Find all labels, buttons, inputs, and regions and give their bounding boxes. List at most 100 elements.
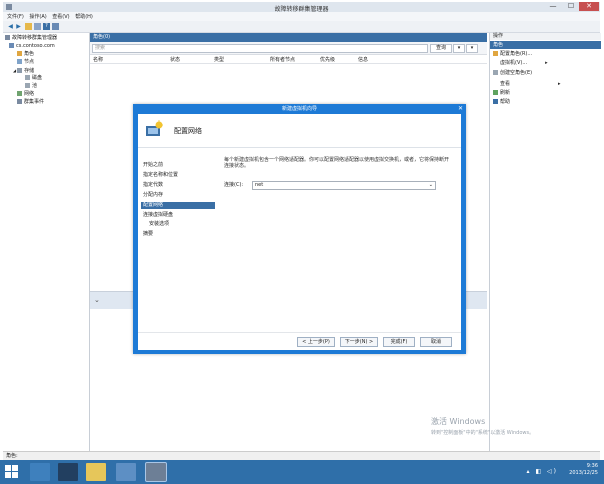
- windows-logo-tile: [12, 465, 18, 471]
- column-type[interactable]: 类型: [214, 56, 224, 63]
- menu-bar: 文件(F) 操作(A) 查看(V) 帮助(H): [3, 12, 600, 21]
- column-headers: 名称 状态 类型 所有者节点 优先级 信息: [90, 55, 487, 64]
- column-info[interactable]: 信息: [358, 56, 368, 63]
- submenu-arrow-icon: ▸: [558, 81, 561, 87]
- finish-button[interactable]: 完成(F): [383, 337, 415, 347]
- column-status[interactable]: 状态: [170, 56, 180, 63]
- file-explorer-icon[interactable]: [86, 463, 106, 481]
- clock-time: 9:36: [586, 463, 598, 469]
- clock[interactable]: 9:36 2013/12/25: [569, 463, 598, 477]
- menu-action[interactable]: 操作(A): [29, 13, 46, 20]
- expand-collapse-button[interactable]: ▾: [466, 44, 478, 53]
- tree-cluster[interactable]: cs.contoso.com: [9, 43, 55, 50]
- console-icon[interactable]: [52, 23, 59, 30]
- query-menu-button[interactable]: ▾: [453, 44, 465, 53]
- query-button[interactable]: 查询: [430, 44, 452, 53]
- forward-icon[interactable]: ▶: [15, 23, 22, 30]
- connection-value: net: [255, 182, 264, 188]
- next-button[interactable]: 下一步(N) >: [340, 337, 378, 347]
- query-label: 查询: [435, 45, 446, 51]
- create-empty-role-label: 创建空角色(E): [500, 70, 533, 76]
- previous-button[interactable]: < 上一步(P): [297, 337, 335, 347]
- search-input[interactable]: 搜索: [92, 44, 428, 53]
- menu-view[interactable]: 查看(V): [52, 13, 69, 20]
- new-vm-wizard-dialog: 新建虚拟机向导 ✕ 配置网络 开始之前 指定名称和位置 指定代数 分配内存 配置…: [133, 104, 466, 354]
- step-networking[interactable]: 配置网络: [141, 202, 215, 209]
- create-empty-role-action[interactable]: 创建空角色(E): [493, 70, 532, 77]
- tree-item-storage[interactable]: ◢ 存储: [13, 67, 34, 74]
- help-action[interactable]: 帮助: [493, 99, 510, 106]
- disk-icon: [25, 75, 30, 80]
- cluster-icon: [9, 43, 14, 48]
- taskbar: ▴ ◧ ◁) 9:36 2013/12/25: [0, 460, 604, 484]
- connection-select[interactable]: net ⌄: [252, 181, 436, 190]
- dialog-close-icon[interactable]: ✕: [458, 105, 463, 113]
- back-icon[interactable]: ◀: [7, 23, 14, 30]
- server-manager-icon[interactable]: [30, 463, 50, 481]
- powershell-icon[interactable]: [58, 463, 78, 481]
- expand-icon[interactable]: ◢: [13, 68, 16, 73]
- tree-nodes-label: 节点: [24, 59, 35, 65]
- step-memory[interactable]: 分配内存: [141, 192, 215, 199]
- tree-networks-label: 网络: [24, 91, 35, 97]
- cluster-manager-icon: [5, 35, 10, 40]
- empty-role-icon: [493, 70, 498, 75]
- column-name[interactable]: 名称: [93, 56, 103, 63]
- close-button[interactable]: ✕: [579, 2, 599, 11]
- chevron-down-icon[interactable]: ⌄: [94, 296, 100, 304]
- tree-item-pools[interactable]: 池: [25, 83, 37, 90]
- cancel-button[interactable]: 取消: [420, 337, 452, 347]
- refresh-action[interactable]: 刷新: [493, 90, 510, 97]
- configure-role-action[interactable]: 配置角色(R)...: [493, 51, 532, 58]
- navigation-tree: 故障转移群集管理器 cs.contoso.com 角色 节点 ◢ 存储 磁盘 池 …: [3, 33, 90, 460]
- dialog-footer: < 上一步(P) 下一步(N) > 完成(F) 取消: [138, 332, 461, 350]
- step-generation[interactable]: 指定代数: [141, 182, 215, 189]
- configure-role-icon: [493, 51, 498, 56]
- view-action[interactable]: 查看 ▸: [500, 81, 561, 88]
- configure-role-label: 配置角色(R)...: [500, 51, 533, 57]
- windows-logo-tile: [12, 472, 18, 478]
- actions-section-roles[interactable]: 角色: [490, 41, 601, 49]
- menu-help[interactable]: 帮助(H): [75, 13, 93, 20]
- failover-cluster-manager-icon[interactable]: [145, 462, 167, 482]
- help-icon[interactable]: ?: [43, 23, 50, 30]
- tree-item-nodes[interactable]: 节点: [17, 59, 34, 66]
- activation-watermark-text: 转到"控制面板"中的"系统"以激活 Windows。: [431, 430, 535, 436]
- chevron-down-icon: ⌄: [428, 182, 433, 188]
- minimize-button[interactable]: —: [546, 2, 560, 11]
- tree-item-events[interactable]: 群集事件: [17, 99, 44, 106]
- tree-cluster-label: cs.contoso.com: [16, 43, 55, 49]
- tree-disks-label: 磁盘: [32, 75, 43, 81]
- help-label: 帮助: [500, 99, 511, 105]
- step-virtual-disk[interactable]: 连接虚拟硬盘: [141, 212, 215, 219]
- folder-icon[interactable]: [25, 23, 32, 30]
- step-install-options[interactable]: 安装选项: [141, 221, 215, 228]
- tree-item-networks[interactable]: 网络: [17, 91, 34, 98]
- start-button[interactable]: [5, 465, 19, 479]
- column-owner-node[interactable]: 所有者节点: [270, 56, 295, 63]
- menu-file[interactable]: 文件(F): [7, 13, 24, 20]
- actions-header: 操作: [490, 33, 601, 40]
- step-summary[interactable]: 摘要: [141, 231, 215, 238]
- step-name-location[interactable]: 指定名称和位置: [141, 172, 215, 179]
- refresh-icon: [493, 90, 498, 95]
- clock-date: 2013/12/25: [569, 470, 598, 476]
- column-priority[interactable]: 优先级: [320, 56, 335, 63]
- step-before-you-begin[interactable]: 开始之前: [141, 162, 215, 169]
- dialog-heading: 配置网络: [174, 127, 202, 135]
- dialog-body: 配置网络 开始之前 指定名称和位置 指定代数 分配内存 配置网络 连接虚拟硬盘 …: [138, 114, 461, 350]
- system-tray-icons[interactable]: ▴ ◧ ◁): [527, 468, 558, 475]
- search-row: 搜索 查询 ▾ ▾: [90, 42, 487, 55]
- hyper-v-manager-icon[interactable]: [116, 463, 136, 481]
- nodes-icon: [17, 59, 22, 64]
- tree-item-roles[interactable]: 角色: [17, 51, 34, 58]
- virtual-machines-label: 虚拟机(V)...: [500, 60, 528, 66]
- virtual-machines-action[interactable]: 虚拟机(V)... ▸: [500, 60, 548, 67]
- tree-item-disks[interactable]: 磁盘: [25, 75, 42, 82]
- tree-storage-label: 存储: [24, 68, 35, 74]
- network-icon: [17, 91, 22, 96]
- show-hide-tree-icon[interactable]: [34, 23, 41, 30]
- maximize-button[interactable]: ☐: [564, 2, 578, 11]
- tree-root[interactable]: 故障转移群集管理器: [5, 35, 57, 42]
- roles-header: 角色(0): [90, 33, 487, 42]
